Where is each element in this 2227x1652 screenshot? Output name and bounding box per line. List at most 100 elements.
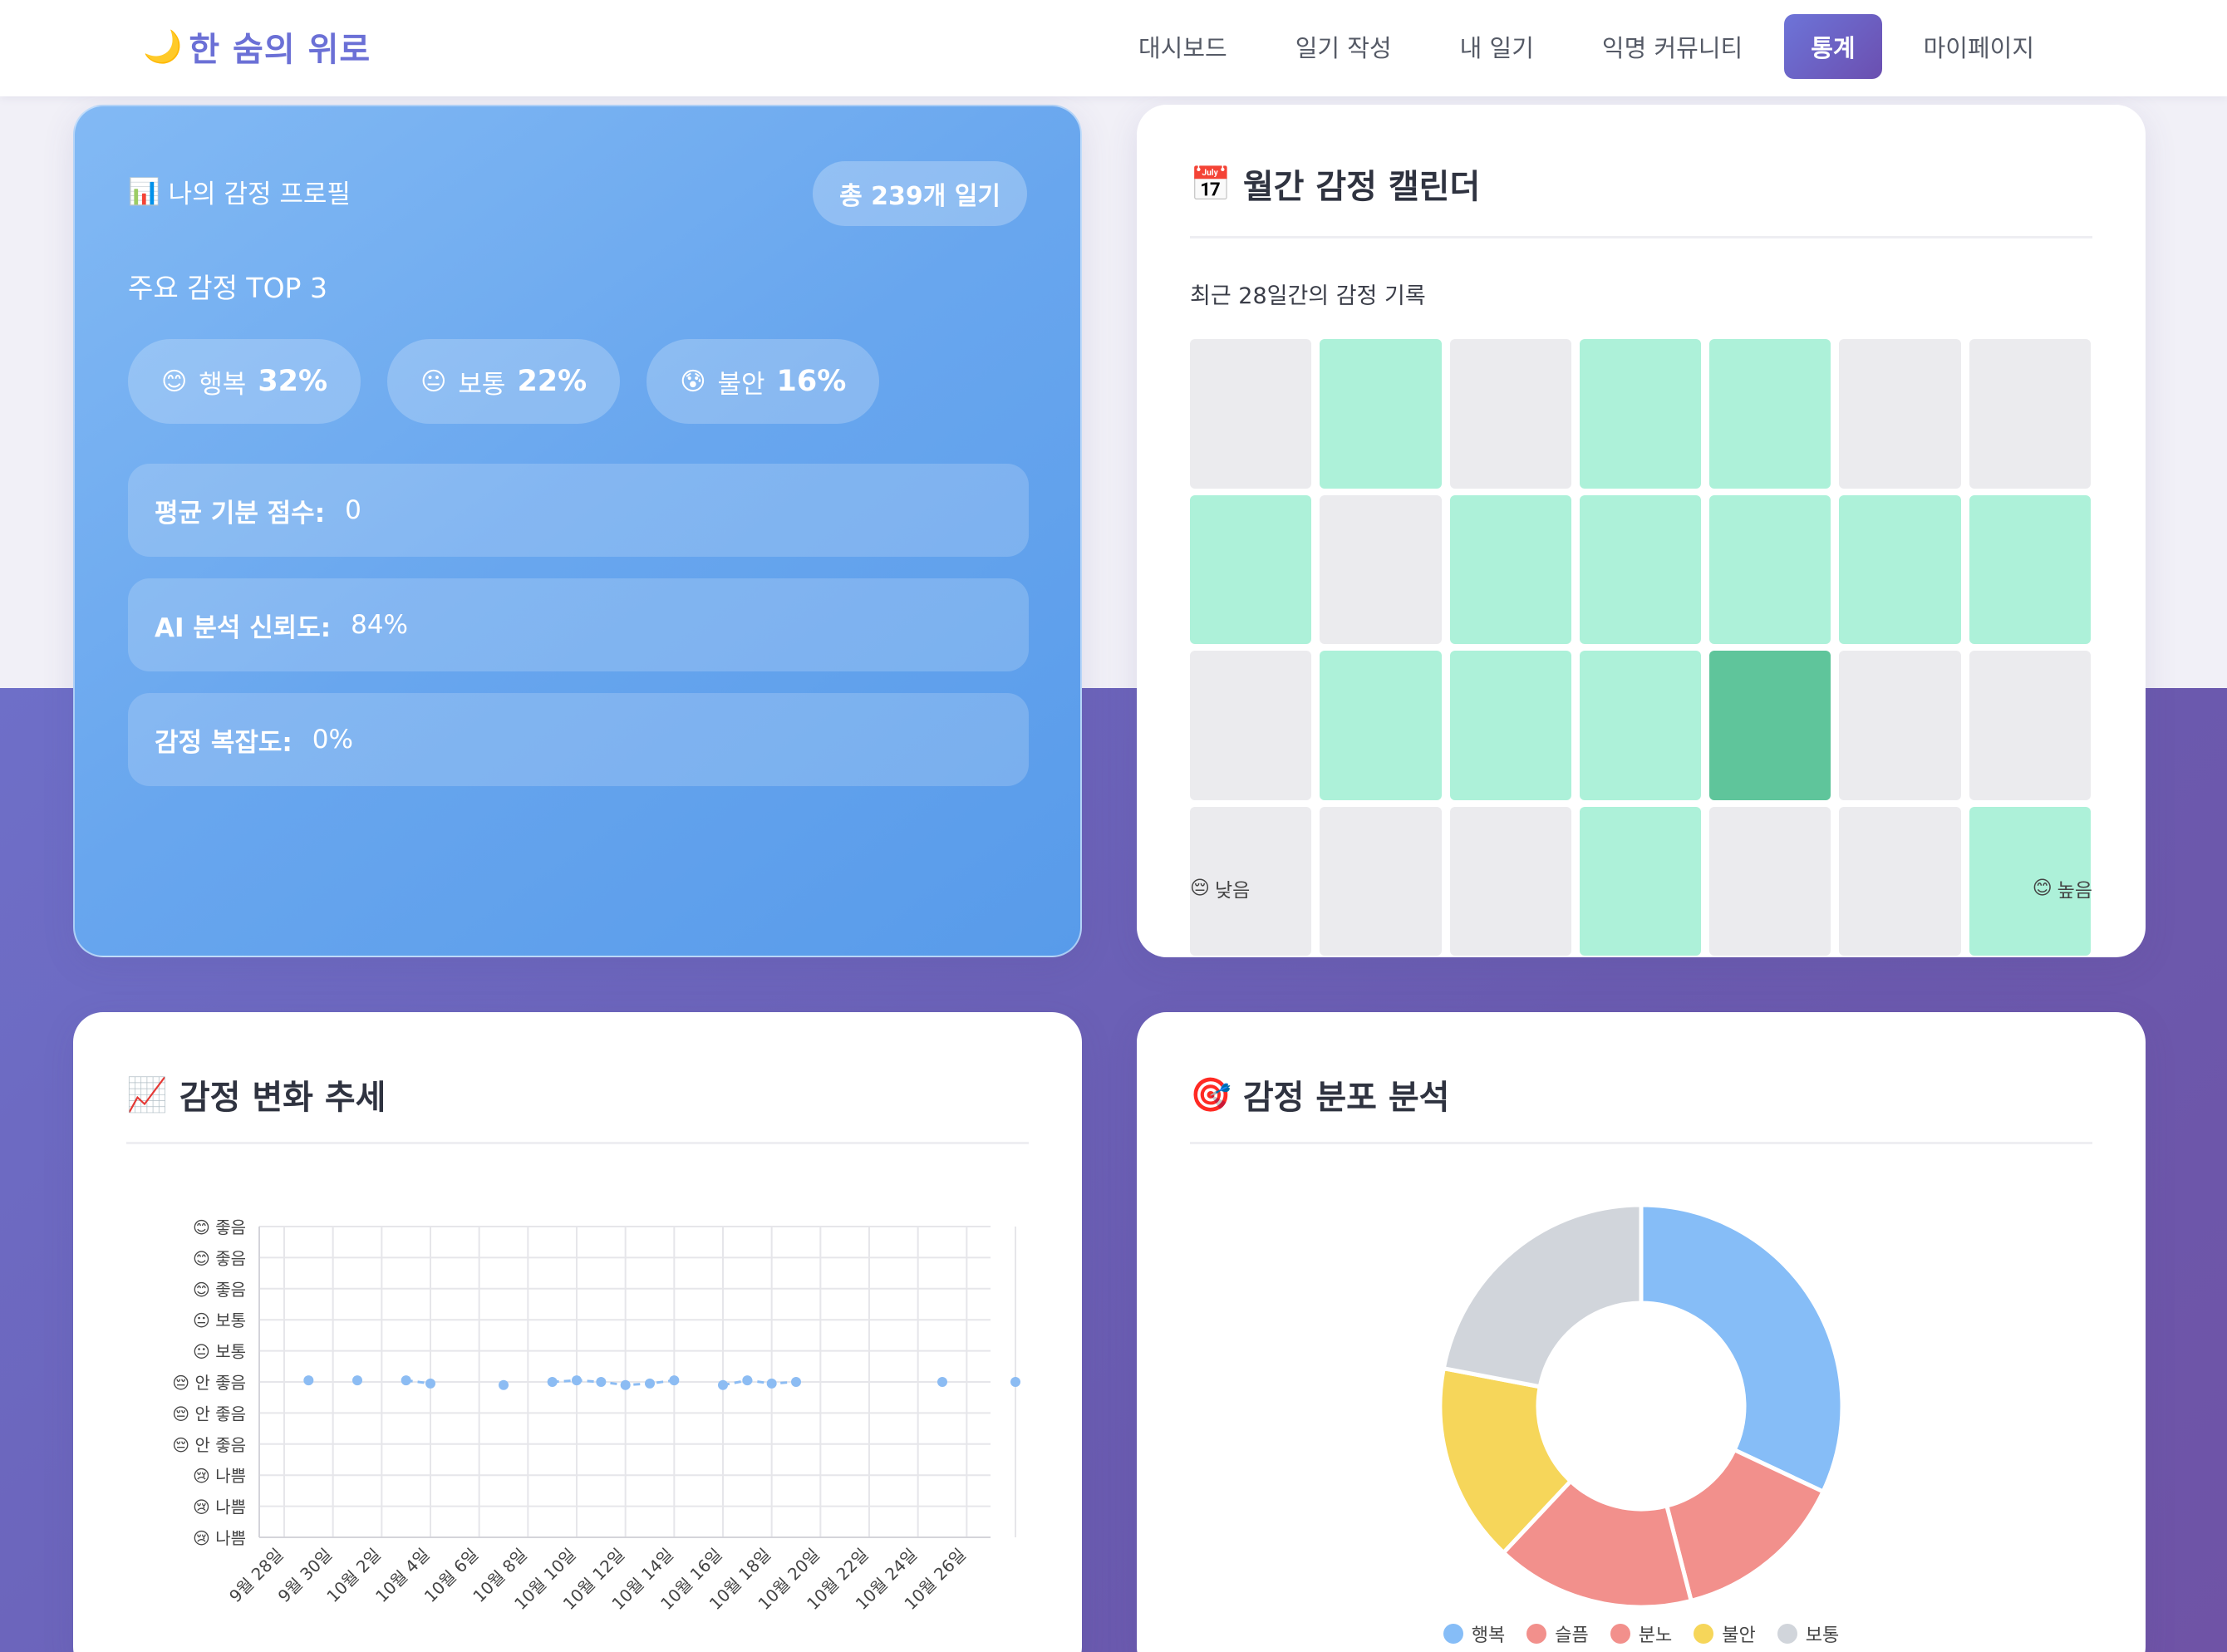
calendar-day-cell[interactable] bbox=[1709, 339, 1831, 489]
y-tick-label: 😢 나쁨 bbox=[193, 1528, 246, 1548]
nav-item-2[interactable]: 내 일기 bbox=[1433, 14, 1561, 79]
legend-swatch bbox=[1526, 1624, 1547, 1644]
stat-label: 평균 기분 점수: bbox=[155, 498, 326, 529]
legend-label: 행복 bbox=[1471, 1625, 1506, 1646]
calendar-day-cell[interactable] bbox=[1320, 651, 1442, 800]
trend-point bbox=[401, 1375, 411, 1386]
stat-label: 감정 복잡도: bbox=[155, 727, 293, 758]
legend-label: 슬픔 bbox=[1555, 1625, 1589, 1646]
calendar-day-cell[interactable] bbox=[1579, 494, 1702, 644]
profile-stat-row: 감정 복잡도: 0% bbox=[128, 693, 1029, 786]
calendar-day-cell[interactable] bbox=[1190, 494, 1312, 644]
top-emotions-chips: 😊 행복 32% 😐 보통 22% 😰 불안 16% bbox=[128, 339, 880, 424]
emotion-percent: 16% bbox=[776, 365, 847, 398]
y-tick-label: 😐 보통 bbox=[193, 1342, 246, 1362]
calendar-day-cell[interactable] bbox=[1969, 339, 2091, 489]
trend-point bbox=[718, 1379, 728, 1390]
calendar-day-cell[interactable] bbox=[1579, 339, 1702, 489]
smile-face-icon: 😊 bbox=[2032, 878, 2052, 899]
legend-label: 분노 bbox=[1638, 1625, 1673, 1646]
calendar-day-cell[interactable] bbox=[1839, 494, 1961, 644]
legend-high-label: 높음 bbox=[2057, 880, 2092, 902]
calendar-day-cell[interactable] bbox=[1449, 651, 1571, 800]
calendar-day-cell[interactable] bbox=[1449, 339, 1571, 489]
calendar-day-cell[interactable] bbox=[1839, 651, 1961, 800]
y-tick-label: 😢 나쁨 bbox=[193, 1497, 246, 1517]
emotion-label: 보통 bbox=[458, 369, 506, 400]
nav-item-1[interactable]: 일기 작성 bbox=[1269, 14, 1418, 79]
donut-legend-item[interactable]: 슬픔 bbox=[1526, 1620, 1589, 1647]
trend-point bbox=[766, 1378, 777, 1389]
calendar-grid bbox=[1190, 339, 2091, 956]
nav-item-5[interactable]: 마이페이지 bbox=[1897, 14, 2061, 79]
app-logo[interactable]: 🌙 한 숨의 위로 bbox=[143, 22, 371, 71]
bar-chart-icon: 📊 bbox=[128, 177, 160, 207]
emotion-trend-card: 📈 감정 변화 추세 😊 좋음 😊 좋음 😊 좋음 😐 보통 😐 보통 😔 안 좋음 😔 안… bbox=[73, 1012, 1082, 1652]
trend-point bbox=[499, 1379, 509, 1390]
nav-item-3[interactable]: 익명 커뮤니티 bbox=[1576, 14, 1769, 79]
y-tick-label: 😊 좋음 bbox=[193, 1217, 246, 1237]
trend-line-chart: 😊 좋음 😊 좋음 😊 좋음 😐 보통 😐 보통 😔 안 좋음 😔 안 좋음 😔 안 좋음 😢 … bbox=[172, 1217, 1020, 1614]
top-emotion-chip: 😰 불안 16% bbox=[646, 339, 880, 424]
calendar-day-cell[interactable] bbox=[1190, 339, 1312, 489]
monthly-calendar-card: 📅 월간 감정 캘린더 최근 28일간의 감정 기록 😔 낮음 😊 높음 bbox=[1137, 105, 2146, 957]
stat-value: 84% bbox=[351, 610, 409, 640]
app-title: 한 숨의 위로 bbox=[189, 31, 371, 69]
emotion-emoji-icon: 😊 bbox=[161, 366, 188, 396]
profile-title: 📊 나의 감정 프로필 bbox=[128, 173, 351, 210]
legend-swatch bbox=[1443, 1624, 1463, 1644]
legend-swatch bbox=[1610, 1624, 1630, 1644]
donut-legend: 행복 슬픔 분노 불안 보통 bbox=[1137, 1620, 2146, 1647]
top-emotions-label: 주요 감정 TOP 3 bbox=[128, 272, 327, 304]
trend-point bbox=[425, 1378, 435, 1389]
calendar-icon: 📅 bbox=[1190, 165, 1231, 204]
calendar-day-cell[interactable] bbox=[1969, 651, 2091, 800]
moon-icon: 🌙 bbox=[143, 27, 183, 65]
emotion-label: 행복 bbox=[199, 369, 247, 400]
trend-point bbox=[596, 1377, 607, 1387]
emotion-profile-card: 📊 나의 감정 프로필 총 239개 일기 주요 감정 TOP 3 😊 행복 32%… bbox=[73, 105, 1082, 957]
emotion-percent: 32% bbox=[258, 365, 328, 398]
y-tick-label: 😊 좋음 bbox=[193, 1248, 246, 1268]
trend-point bbox=[572, 1375, 582, 1386]
trend-point bbox=[620, 1379, 631, 1390]
calendar-day-cell[interactable] bbox=[1320, 494, 1442, 644]
top-nav: 🌙 한 숨의 위로 대시보드 일기 작성 내 일기 익명 커뮤니티 통계 마이페이지 bbox=[0, 0, 2227, 96]
calendar-divider bbox=[1190, 236, 2092, 238]
nav-menu: 대시보드 일기 작성 내 일기 익명 커뮤니티 통계 마이페이지 bbox=[1112, 13, 2061, 80]
legend-low: 😔 낮음 bbox=[1190, 874, 1250, 902]
donut-legend-item[interactable]: 분노 bbox=[1610, 1620, 1672, 1647]
calendar-day-cell[interactable] bbox=[1969, 494, 2091, 644]
legend-high: 😊 높음 bbox=[2033, 874, 2092, 902]
calendar-day-cell[interactable] bbox=[1190, 651, 1312, 800]
emotion-label: 불안 bbox=[717, 369, 765, 400]
calendar-day-cell[interactable] bbox=[1709, 494, 1831, 644]
y-tick-label: 😔 안 좋음 bbox=[172, 1404, 246, 1423]
stat-label: AI 분석 신뢰도: bbox=[155, 612, 332, 643]
legend-swatch bbox=[1777, 1624, 1797, 1644]
trend-point bbox=[937, 1377, 947, 1387]
donut-legend-item[interactable]: 불안 bbox=[1694, 1620, 1756, 1647]
calendar-day-cell[interactable] bbox=[1709, 651, 1831, 800]
profile-title-text: 나의 감정 프로필 bbox=[168, 179, 351, 209]
y-tick-label: 😔 안 좋음 bbox=[172, 1435, 246, 1455]
legend-label: 불안 bbox=[1722, 1625, 1756, 1646]
emotion-emoji-icon: 😰 bbox=[680, 366, 706, 396]
calendar-day-cell[interactable] bbox=[1839, 339, 1961, 489]
calendar-day-cell[interactable] bbox=[1449, 494, 1571, 644]
nav-item-4[interactable]: 통계 bbox=[1784, 14, 1882, 79]
trend-point bbox=[1010, 1377, 1020, 1387]
donut-slice bbox=[1441, 1202, 1644, 1389]
nav-item-0[interactable]: 대시보드 bbox=[1112, 14, 1254, 79]
profile-stat-row: AI 분석 신뢰도: 84% bbox=[128, 578, 1029, 671]
donut-legend-item[interactable]: 행복 bbox=[1443, 1620, 1505, 1647]
stat-value: 0% bbox=[312, 725, 353, 755]
y-tick-label: 😐 보통 bbox=[193, 1310, 246, 1330]
calendar-day-cell[interactable] bbox=[1320, 339, 1442, 489]
donut-legend-item[interactable]: 보통 bbox=[1777, 1620, 1839, 1647]
stat-value: 0 bbox=[345, 495, 361, 525]
calendar-legend: 😔 낮음 😊 높음 bbox=[1190, 874, 2092, 902]
trend-point bbox=[645, 1378, 655, 1389]
calendar-day-cell[interactable] bbox=[1579, 651, 1702, 800]
top-emotion-chip: 😊 행복 32% bbox=[128, 339, 361, 424]
